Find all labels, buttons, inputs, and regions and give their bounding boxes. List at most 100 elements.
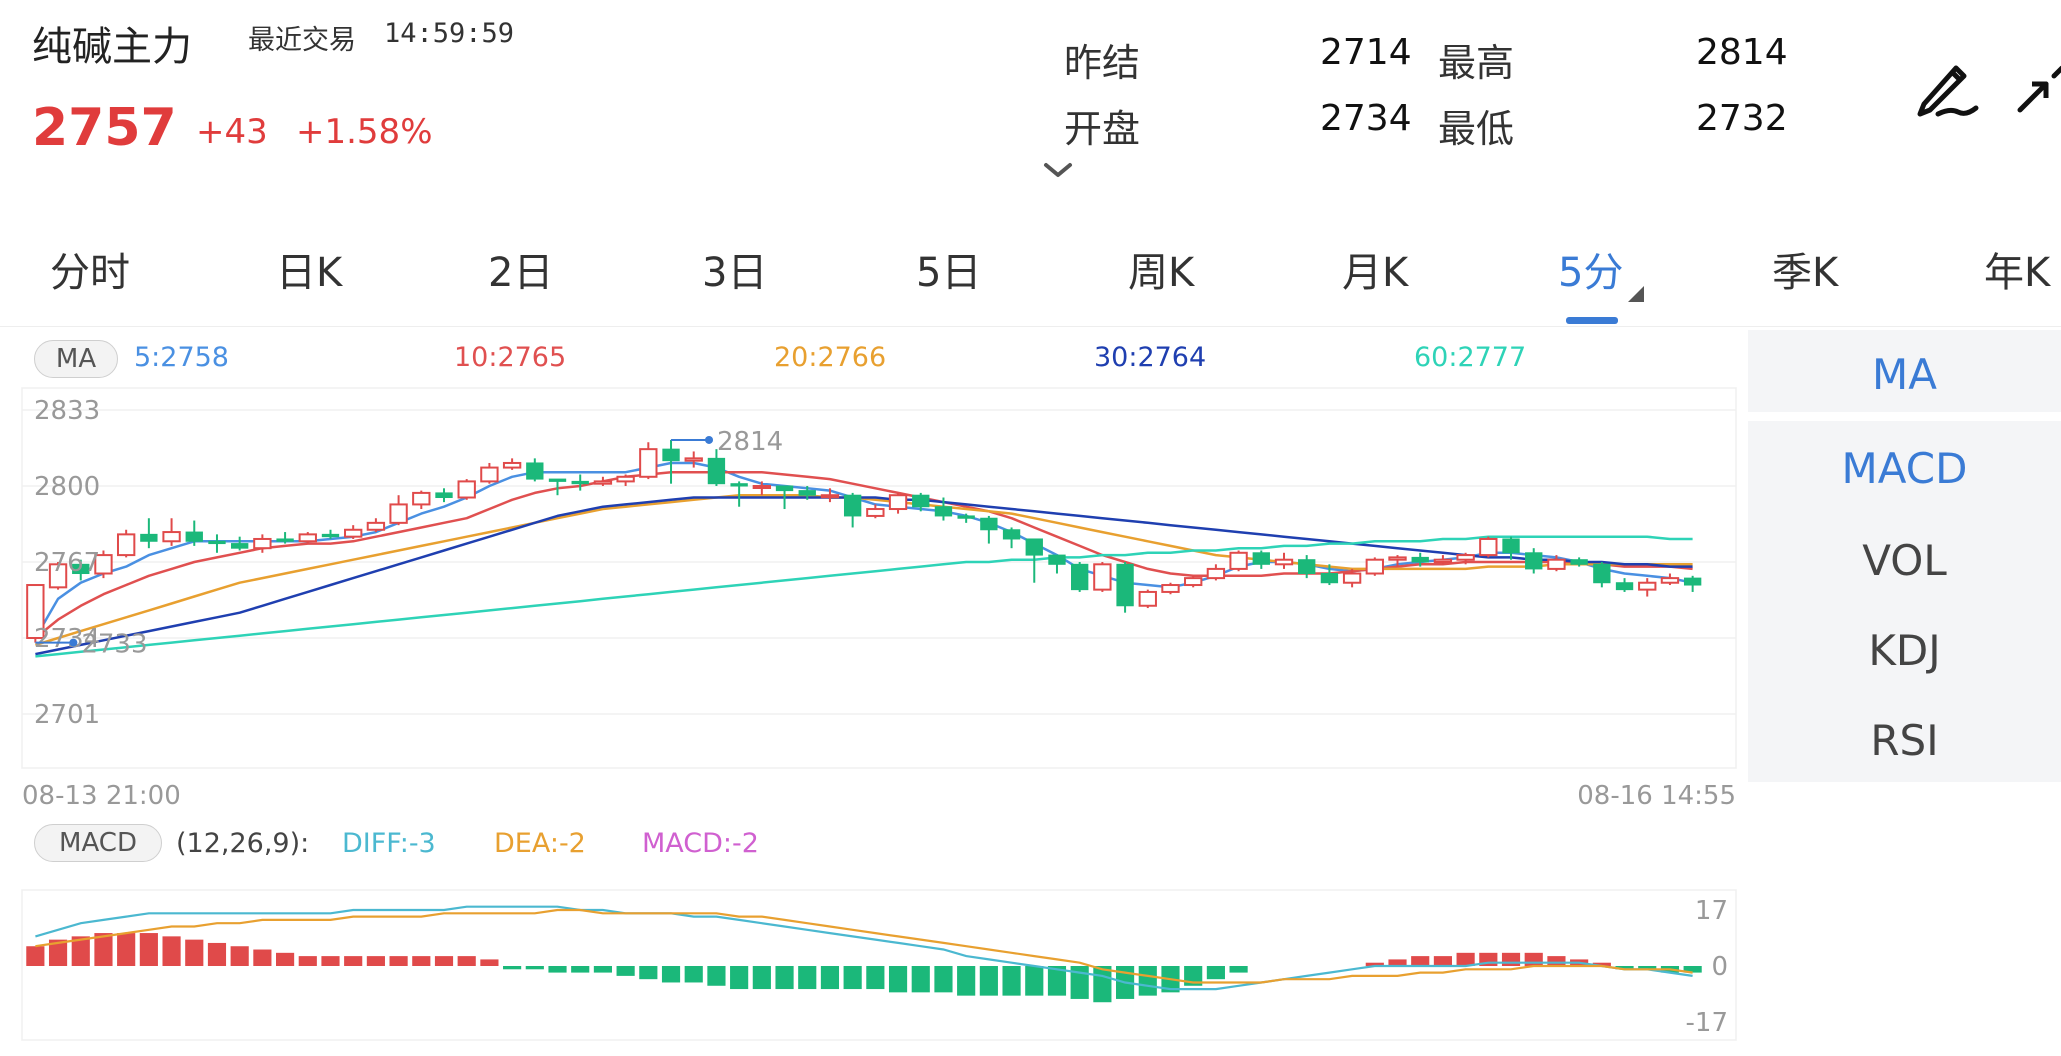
macd-bar [843, 966, 862, 990]
macd-bar [230, 946, 249, 966]
macd-bar [1025, 966, 1044, 996]
tab-3-day[interactable]: 3日 [702, 240, 767, 298]
indicator-kdj-button[interactable]: KDJ [1748, 626, 2061, 675]
indicator-divider [1748, 412, 2061, 421]
tab-intraday[interactable]: 分时 [50, 240, 130, 298]
macd-bar [253, 949, 272, 966]
macd-bar [639, 966, 658, 980]
macd-bar [480, 959, 499, 966]
macd-bar [1501, 952, 1521, 966]
macd-bar [503, 966, 522, 970]
ma20-legend: 20:2766 [774, 342, 887, 373]
macd-bar [1002, 966, 1021, 996]
high-label: 最高 [1438, 41, 1515, 85]
macd-bar [820, 966, 840, 990]
macd-value-legend: MACD:-2 [642, 828, 759, 859]
ma5-legend: 5:2758 [134, 342, 229, 373]
macd-bar [1206, 966, 1225, 980]
dropdown-triangle-icon[interactable] [1628, 286, 1644, 302]
macd-bar [1411, 956, 1430, 966]
candle [1479, 536, 1498, 558]
last-trade-time: 14:59:59 [384, 18, 515, 49]
indicator-vol-button[interactable]: VOL [1748, 536, 2061, 585]
indicator-rsi-button[interactable]: RSI [1748, 716, 2061, 765]
y-axis-label: 2701 [34, 700, 100, 730]
macd-params: (12,26,9): [176, 828, 310, 859]
candle [1229, 550, 1248, 572]
macd-bar [934, 966, 953, 993]
last-trade-label: 最近交易 [248, 25, 356, 56]
y-axis-label: 2800 [34, 472, 100, 502]
macd-bar [911, 966, 930, 993]
macd-dea-legend: DEA:-2 [494, 828, 586, 859]
high-value: 2814 [1696, 32, 1788, 73]
candle [116, 529, 136, 558]
macd-bar [298, 956, 317, 966]
macd-bar [1433, 956, 1452, 966]
tab-weekly-k[interactable]: 周K [1128, 240, 1194, 298]
macd-bar [752, 966, 771, 990]
candle [1116, 562, 1134, 613]
macd-bar [979, 966, 998, 996]
macd-pill[interactable]: MACD [34, 824, 162, 862]
pen-icon[interactable] [1910, 52, 1980, 122]
macd-bar [1093, 966, 1112, 1003]
low-value: 2732 [1696, 98, 1788, 139]
macd-bar [26, 946, 45, 966]
high-marker-dot [705, 435, 714, 444]
macd-bar [162, 936, 181, 966]
candle [1184, 575, 1203, 588]
macd-bar [661, 966, 681, 983]
macd-bar [1138, 966, 1157, 996]
macd-bar [117, 933, 136, 966]
tab-quarterly-k[interactable]: 季K [1772, 240, 1838, 298]
tab-monthly-k[interactable]: 月K [1342, 240, 1408, 298]
low-label: 最低 [1438, 107, 1515, 151]
candle [1138, 589, 1157, 609]
tab-daily-k[interactable]: 日K [276, 240, 342, 298]
macd-bar [207, 942, 227, 966]
macd-bar [1229, 966, 1248, 973]
macd-bar [434, 956, 454, 966]
tab-5-min[interactable]: 5分 [1558, 240, 1623, 298]
indicator-ma-button[interactable]: MA [1748, 350, 2061, 399]
macd-bar [344, 956, 363, 966]
candle [1365, 557, 1384, 576]
macd-y-axis-label: 0 [1711, 952, 1728, 982]
indicator-macd-button[interactable]: MACD [1748, 444, 2061, 493]
ma-pill[interactable]: MA [34, 340, 118, 378]
macd-bar [412, 956, 431, 966]
macd-bar [888, 966, 908, 993]
macd-bar [525, 966, 544, 970]
high-annotation: 2814 [717, 427, 783, 457]
x-axis-end-label: 08-16 14:55 [1577, 781, 1736, 810]
macd-bar [389, 956, 408, 966]
macd-bar [616, 966, 635, 976]
macd-diff-legend: DIFF:-3 [342, 828, 436, 859]
price-change: +43 [196, 112, 268, 152]
macd-bar [321, 956, 340, 966]
candle [1071, 562, 1089, 592]
tab-yearly-k[interactable]: 年K [1984, 240, 2050, 298]
kline-chart[interactable]: 28332800276727342701 28142733 08-13 21:0… [0, 376, 1748, 810]
macd-bar [457, 956, 476, 966]
macd-bar [276, 952, 295, 966]
macd-bar [366, 956, 385, 966]
last-price: 2757 [32, 98, 177, 158]
ma10-legend: 10:2765 [454, 342, 567, 373]
candle [1093, 562, 1112, 592]
macd-bar [139, 933, 158, 966]
tab-5-day[interactable]: 5日 [916, 240, 981, 298]
ma60-legend: 60:2777 [1414, 342, 1527, 373]
macd-bar [730, 966, 749, 990]
open-label: 开盘 [1064, 107, 1141, 151]
fullscreen-icon[interactable] [2016, 56, 2061, 116]
tab-2-day[interactable]: 2日 [488, 240, 553, 298]
ma30-legend: 30:2764 [1094, 342, 1207, 373]
macd-chart[interactable]: 17 0 -17 [0, 880, 1748, 1056]
open-value: 2734 [1320, 98, 1412, 139]
macd-bar [684, 966, 703, 983]
macd-bar [1524, 952, 1543, 966]
low-annotation: 2733 [81, 630, 147, 660]
chevron-down-icon[interactable] [1040, 158, 1076, 182]
